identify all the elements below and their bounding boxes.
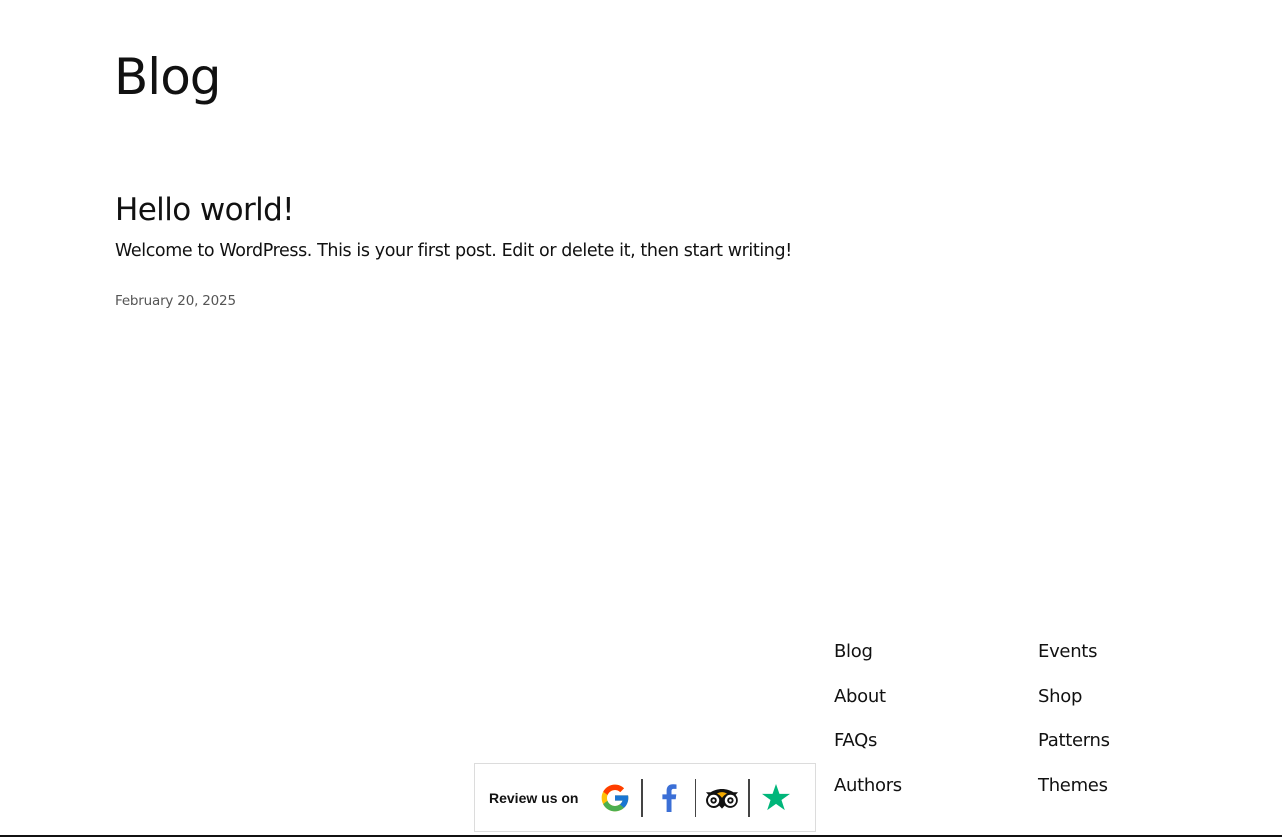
trustpilot-star-icon[interactable]	[750, 778, 802, 818]
footer-link-blog[interactable]: Blog	[834, 640, 1038, 685]
google-icon[interactable]	[589, 778, 641, 818]
footer-link-themes[interactable]: Themes	[1038, 774, 1188, 819]
review-us-widget: Review us on	[474, 763, 816, 832]
footer-link-about[interactable]: About	[834, 685, 1038, 730]
footer-link-events[interactable]: Events	[1038, 640, 1188, 685]
post-date: February 20, 2025	[115, 293, 236, 309]
facebook-icon[interactable]	[643, 778, 695, 818]
review-us-label: Review us on	[489, 789, 579, 806]
footer-link-authors[interactable]: Authors	[834, 774, 1038, 819]
footer-link-patterns[interactable]: Patterns	[1038, 729, 1188, 774]
tripadvisor-icon[interactable]	[696, 778, 748, 818]
post-title-link[interactable]: Hello world!	[115, 190, 295, 230]
footer-link-shop[interactable]: Shop	[1038, 685, 1188, 730]
post-card: Hello world! Welcome to WordPress. This …	[115, 190, 1015, 309]
footer-navigation: Blog Events About Shop FAQs Patterns Aut…	[834, 640, 1188, 818]
post-excerpt: Welcome to WordPress. This is your first…	[115, 241, 792, 261]
footer-link-faqs[interactable]: FAQs	[834, 729, 1038, 774]
page-title: Blog	[114, 48, 222, 106]
